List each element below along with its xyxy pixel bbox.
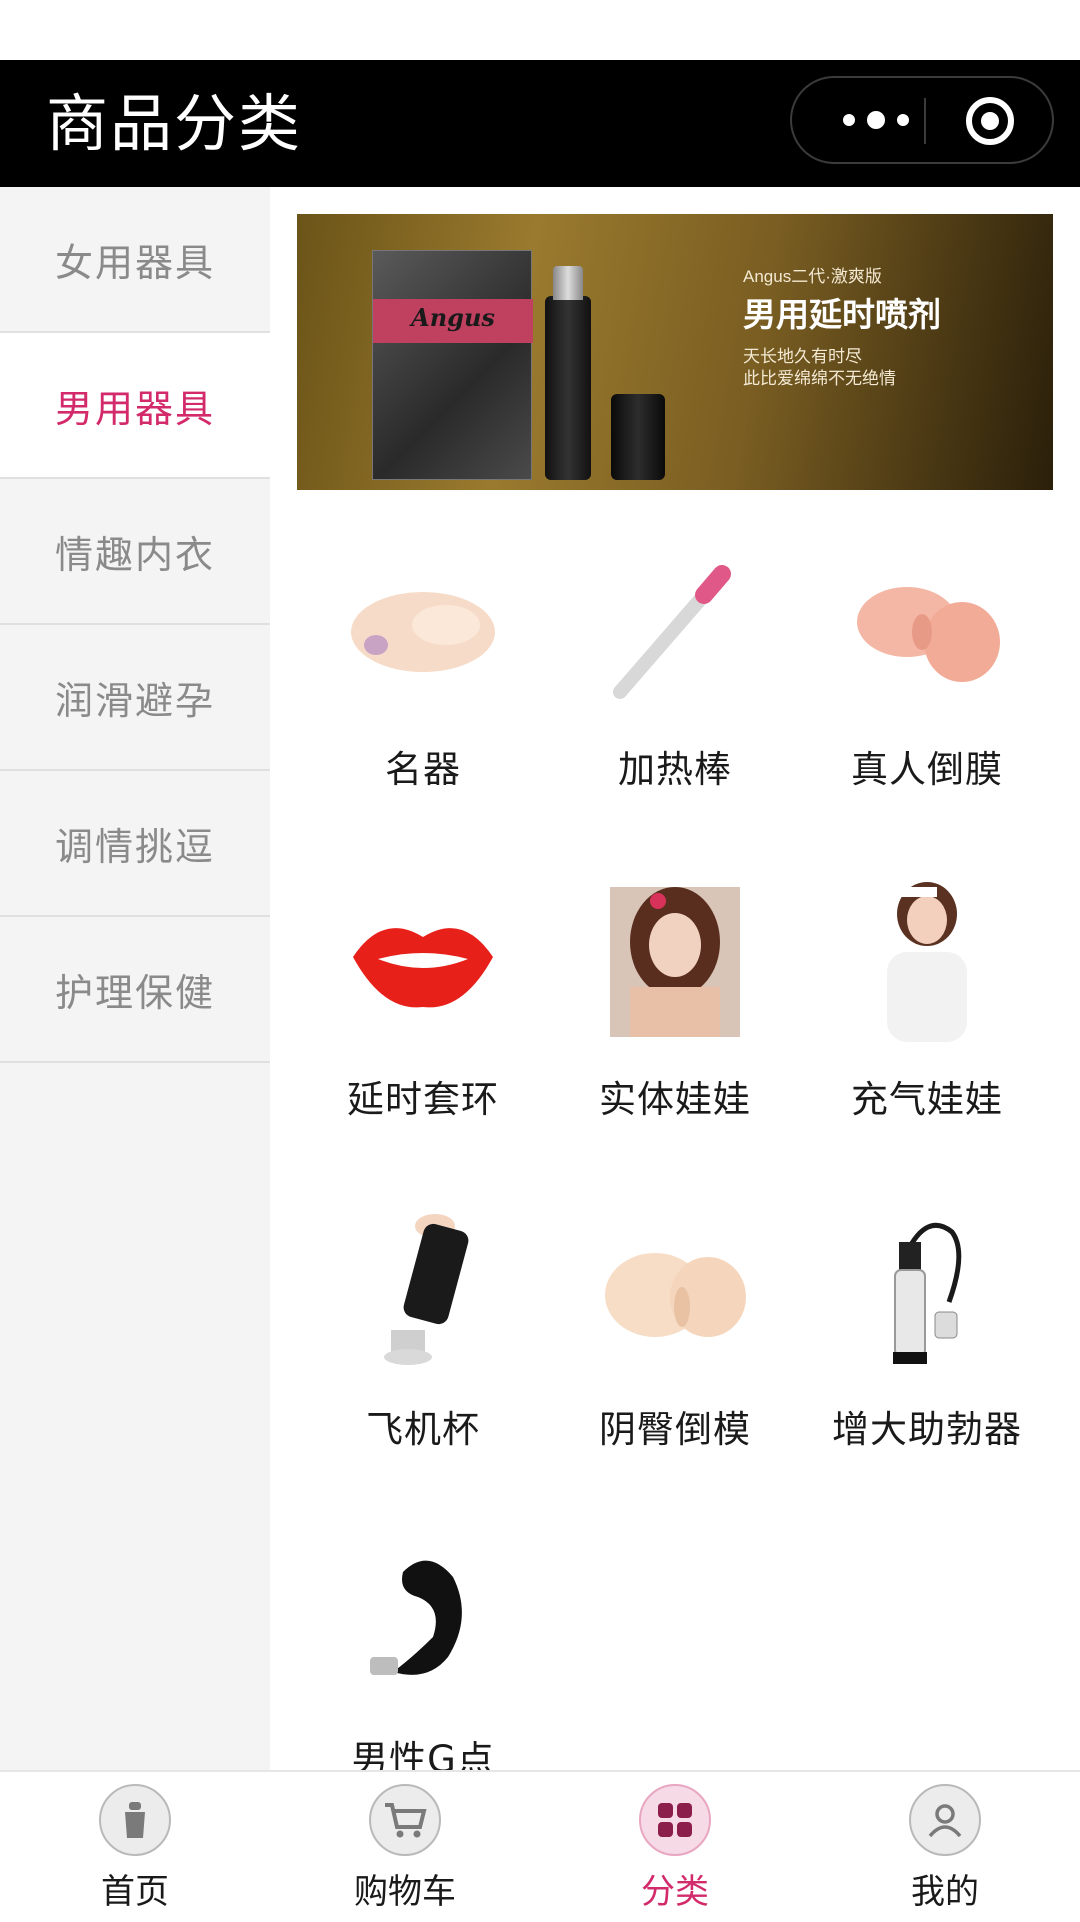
tab-label: 分类 (641, 1872, 709, 1912)
category-cell[interactable]: 加热棒 (549, 517, 801, 847)
box-brand-logo: Angus (411, 303, 495, 332)
spray-bottle-image (545, 266, 591, 480)
category-label: 男性G点 (351, 1738, 495, 1770)
category-label: 充气娃娃 (851, 1078, 1003, 1121)
page-title: 商品分类 (46, 87, 303, 160)
tab-cart[interactable]: 购物车 (270, 1772, 540, 1922)
doll-icon (600, 887, 750, 1037)
category-label: 真人倒膜 (851, 748, 1003, 791)
home-icon (99, 1784, 171, 1856)
promo-banner[interactable]: Angus Angus二代·激爽版 男用延时喷剂 天长地久有时尽 此比爱绵绵不无… (297, 214, 1053, 490)
tab-profile[interactable]: 我的 (810, 1772, 1080, 1922)
category-label: 实体娃娃 (599, 1078, 751, 1121)
category-label: 延时套环 (347, 1078, 499, 1121)
more-options-button[interactable] (828, 78, 924, 162)
capsule-divider (924, 98, 926, 144)
lips-ring-icon (348, 887, 498, 1037)
pump-icon (852, 1217, 1002, 1367)
tab-label: 首页 (101, 1872, 169, 1912)
category-label: 加热棒 (618, 748, 732, 791)
more-dot-icon (843, 114, 855, 126)
category-label: 阴臀倒模 (599, 1408, 751, 1451)
sidebar-item-flirt[interactable]: 调情挑逗 (0, 771, 270, 917)
banner-headline: 男用延时喷剂 (743, 295, 941, 334)
banner-subtitle: Angus二代·激爽版 (743, 267, 882, 286)
prostate-icon (348, 1547, 498, 1697)
sidebar-item-care[interactable]: 护理保健 (0, 917, 270, 1063)
category-sidebar: 女用器具 男用器具 情趣内衣 润滑避孕 调情挑逗 护理保健 (0, 187, 270, 1770)
cart-icon (369, 1784, 441, 1856)
tab-category[interactable]: 分类 (540, 1772, 810, 1922)
category-content: Angus Angus二代·激爽版 男用延时喷剂 天长地久有时尽 此比爱绵绵不无… (270, 187, 1080, 1770)
category-cell[interactable]: 真人倒膜 (801, 517, 1053, 847)
category-cell[interactable]: 充气娃娃 (801, 847, 1053, 1177)
inflatable-doll-icon (852, 882, 1002, 1042)
top-navigation-bar: 商品分类 (0, 60, 1080, 187)
more-dot-icon (897, 114, 909, 126)
category-icon (639, 1784, 711, 1856)
bottle-cap-image (611, 394, 665, 480)
sidebar-item-lingerie[interactable]: 情趣内衣 (0, 479, 270, 625)
bottom-tab-bar: 首页 购物车 分类 我的 (0, 1770, 1080, 1920)
category-cell[interactable]: 延时套环 (297, 847, 549, 1177)
mini-program-capsule (790, 76, 1054, 164)
banner-tagline-2: 此比爱绵绵不无绝情 (743, 369, 896, 389)
close-mini-program-icon[interactable] (966, 97, 1014, 145)
category-cell[interactable]: 男性G点 (297, 1507, 549, 1770)
sidebar-item-women[interactable]: 女用器具 (0, 187, 270, 333)
category-cell[interactable]: 飞机杯 (297, 1177, 549, 1507)
more-dot-icon (867, 111, 885, 129)
category-cell[interactable]: 名器 (297, 517, 549, 847)
category-cell[interactable]: 实体娃娃 (549, 847, 801, 1177)
tab-label: 购物车 (354, 1872, 456, 1912)
sleeve-icon (348, 557, 498, 707)
cup-icon (348, 1214, 498, 1367)
status-bar (0, 0, 1080, 60)
tab-home[interactable]: 首页 (0, 1772, 270, 1922)
user-icon (909, 1784, 981, 1856)
category-label: 飞机杯 (366, 1408, 480, 1451)
category-cell[interactable]: 阴臀倒模 (549, 1177, 801, 1507)
product-box-image: Angus (372, 250, 533, 480)
sidebar-item-lubricant[interactable]: 润滑避孕 (0, 625, 270, 771)
sidebar-item-men[interactable]: 男用器具 (0, 333, 270, 479)
tab-label: 我的 (911, 1872, 979, 1912)
hip-mold-icon (600, 1217, 750, 1367)
heating-rod-icon (600, 557, 750, 707)
category-label: 增大助勃器 (832, 1408, 1022, 1451)
category-cell[interactable]: 增大助勃器 (801, 1177, 1053, 1507)
mold-icon (852, 557, 1002, 707)
category-label: 名器 (385, 748, 461, 791)
